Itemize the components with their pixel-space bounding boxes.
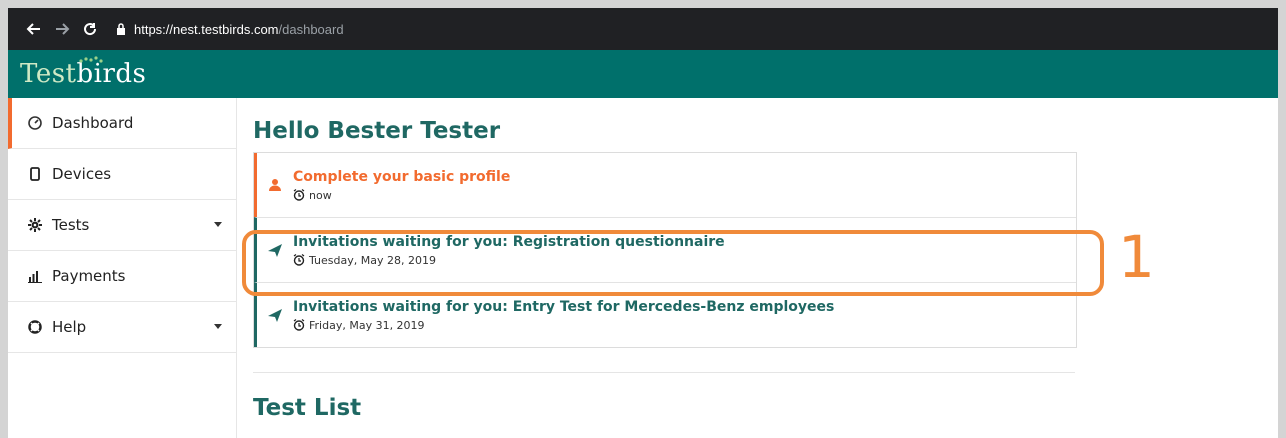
sidebar-item-label: Help xyxy=(52,318,87,336)
screen-frame: https://nest.testbirds.com/dashboard Tes… xyxy=(8,8,1278,438)
sidebar-item-help[interactable]: Help xyxy=(8,302,236,353)
sidebar-item-payments[interactable]: Payments xyxy=(8,251,236,302)
reload-icon[interactable] xyxy=(78,17,102,41)
annotation-highlight-box xyxy=(242,230,1104,296)
url-text: https://nest.testbirds.com/dashboard xyxy=(134,22,344,37)
browser-toolbar: https://nest.testbirds.com/dashboard xyxy=(8,8,1278,50)
testbirds-logo[interactable]: Testbirds xyxy=(20,56,146,89)
page-title: Hello Bester Tester xyxy=(253,118,501,144)
url-path: /dashboard xyxy=(278,21,344,37)
notification-title: Invitations waiting for you: Entry Test … xyxy=(293,298,835,315)
sidebar-item-label: Payments xyxy=(52,267,126,285)
url-host: https://nest.testbirds.com xyxy=(134,21,279,37)
sidebar-item-dashboard[interactable]: Dashboard xyxy=(8,98,236,149)
dashboard-icon xyxy=(26,116,44,130)
app-header: Testbirds xyxy=(8,50,1278,98)
address-bar[interactable]: https://nest.testbirds.com/dashboard xyxy=(116,20,344,39)
notification-item[interactable]: Complete your basic profile now xyxy=(254,153,1076,217)
logo-text-test: Test xyxy=(20,59,77,89)
sidebar-item-label: Devices xyxy=(52,165,112,183)
lifebuoy-icon xyxy=(26,320,44,334)
sidebar: Dashboard Devices Tests Payments Help xyxy=(8,98,237,438)
bird-dots-icon xyxy=(79,56,103,63)
bar-chart-icon xyxy=(26,269,44,283)
notification-time: now xyxy=(293,189,510,202)
paper-plane-icon xyxy=(257,308,293,322)
notification-time-text: Friday, May 31, 2019 xyxy=(309,318,425,332)
section-divider xyxy=(253,372,1075,373)
notification-title: Complete your basic profile xyxy=(293,168,511,185)
notification-time-text: now xyxy=(309,188,332,202)
back-icon[interactable] xyxy=(22,17,46,41)
alarm-clock-icon xyxy=(293,189,305,201)
user-icon xyxy=(257,178,293,192)
sidebar-item-tests[interactable]: Tests xyxy=(8,200,236,251)
mobile-icon xyxy=(26,167,44,181)
forward-icon[interactable] xyxy=(50,17,74,41)
sidebar-item-label: Dashboard xyxy=(52,114,134,132)
sidebar-item-devices[interactable]: Devices xyxy=(8,149,236,200)
gear-icon xyxy=(26,218,44,232)
chevron-down-icon xyxy=(214,222,222,227)
annotation-number: 1 xyxy=(1118,223,1155,291)
notification-time: Friday, May 31, 2019 xyxy=(293,319,834,332)
lock-icon xyxy=(116,20,126,39)
sidebar-item-label: Tests xyxy=(52,216,90,234)
chevron-down-icon xyxy=(214,324,222,329)
section-title: Test List xyxy=(253,395,362,421)
alarm-clock-icon xyxy=(293,319,305,331)
